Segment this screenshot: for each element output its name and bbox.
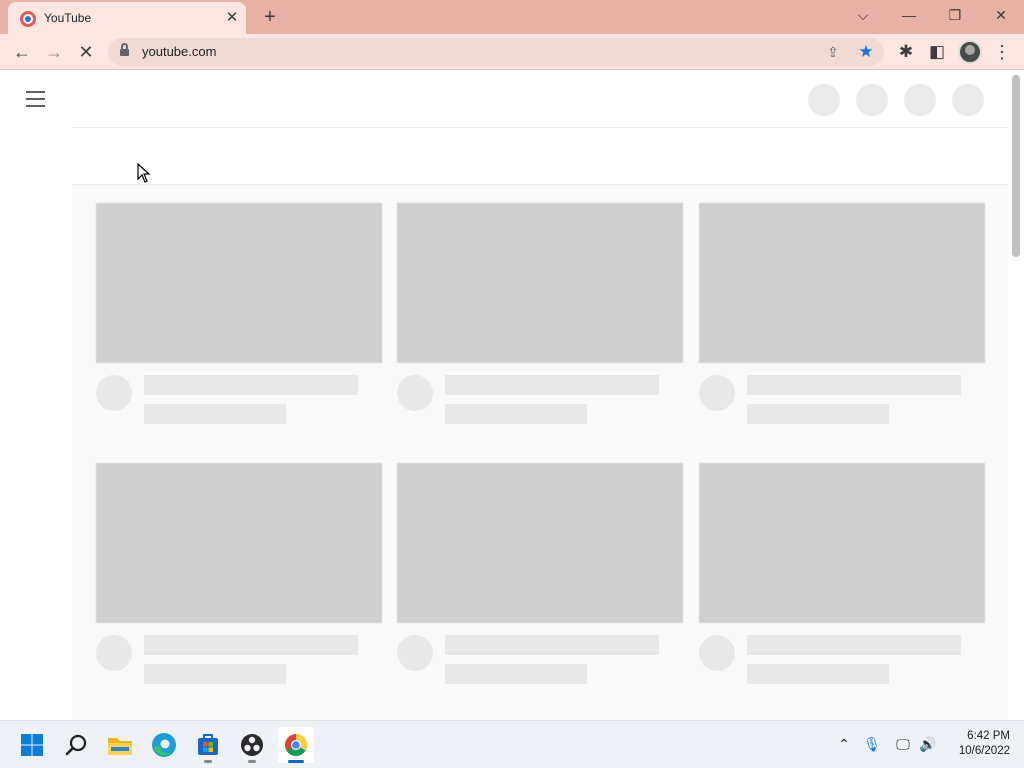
- channel-avatar-placeholder: [397, 375, 433, 411]
- folder-icon: [108, 738, 132, 755]
- video-grid-skeleton: [72, 184, 1008, 720]
- channel-avatar-placeholder: [699, 635, 735, 671]
- taskbar-search-button[interactable]: [58, 727, 94, 763]
- taskbar-edge[interactable]: [146, 727, 182, 763]
- header-placeholder-circle: [952, 84, 984, 116]
- thumbnail-placeholder: [397, 203, 683, 363]
- thumbnail-placeholder: [699, 203, 985, 363]
- channel-avatar-placeholder: [397, 635, 433, 671]
- channel-avatar-placeholder: [96, 375, 132, 411]
- network-icon[interactable]: 🖵: [893, 733, 913, 755]
- header-placeholder-circle: [856, 84, 888, 116]
- taskbar-obs-studio[interactable]: [234, 727, 270, 763]
- show-hidden-icons-chevron-icon[interactable]: ⌃: [834, 733, 854, 755]
- tab-title: YouTube: [44, 11, 92, 25]
- lock-icon[interactable]: [120, 43, 129, 57]
- chip-bar-placeholder: [72, 128, 1008, 185]
- running-indicator: [248, 760, 256, 763]
- store-icon: [198, 734, 218, 755]
- video-card-skeleton: [397, 203, 683, 431]
- chrome-menu-icon[interactable]: ⋮: [990, 40, 1014, 64]
- header-placeholder-circle: [808, 84, 840, 116]
- taskbar-file-explorer[interactable]: [102, 727, 138, 763]
- clock-time: 6:42 PM: [967, 730, 1010, 742]
- forward-button[interactable]: →: [41, 40, 67, 64]
- taskbar-microsoft-store[interactable]: [190, 727, 226, 763]
- edge-icon: [152, 733, 176, 757]
- minimize-button[interactable]: —: [894, 4, 924, 26]
- hamburger-menu-icon[interactable]: [26, 91, 46, 107]
- video-card-skeleton: [699, 203, 985, 431]
- title-line-placeholder: [144, 635, 358, 655]
- thumbnail-placeholder: [96, 463, 382, 623]
- share-icon[interactable]: ⇪: [824, 43, 842, 61]
- side-panel-icon[interactable]: ◧: [924, 40, 950, 64]
- extensions-icon[interactable]: ✱: [893, 40, 919, 64]
- thumbnail-placeholder: [96, 203, 382, 363]
- chrome-icon: [285, 734, 307, 756]
- back-button[interactable]: ←: [9, 40, 35, 64]
- scrollbar-thumb[interactable]: [1012, 75, 1020, 257]
- title-line-placeholder: [747, 635, 961, 655]
- clock-date: 10/6/2022: [958, 745, 1010, 757]
- url-text[interactable]: youtube.com: [142, 44, 216, 59]
- title-line-placeholder: [445, 375, 659, 395]
- tab-search-dropdown-button[interactable]: ⌵: [848, 4, 878, 26]
- volume-icon[interactable]: 🔊: [918, 733, 938, 755]
- mouse-cursor-icon: [137, 163, 151, 183]
- restore-button[interactable]: ❐: [940, 4, 970, 26]
- video-card-skeleton: [699, 463, 985, 691]
- start-button[interactable]: [14, 727, 50, 763]
- microphone-icon[interactable]: 🎙: [862, 733, 882, 755]
- channel-avatar-placeholder: [96, 635, 132, 671]
- meta-line-placeholder: [445, 664, 587, 684]
- profile-avatar[interactable]: [958, 40, 982, 64]
- youtube-page: [0, 71, 1024, 720]
- new-tab-button[interactable]: +: [258, 6, 282, 28]
- search-icon: [65, 734, 87, 756]
- youtube-favicon-icon: [20, 11, 36, 27]
- meta-line-placeholder: [144, 404, 286, 424]
- active-indicator: [288, 760, 304, 763]
- stop-loading-button[interactable]: ✕: [73, 40, 99, 64]
- meta-line-placeholder: [747, 404, 889, 424]
- tab-close-button[interactable]: ✕: [222, 8, 242, 28]
- thumbnail-placeholder: [397, 463, 683, 623]
- thumbnail-placeholder: [699, 463, 985, 623]
- address-bar[interactable]: youtube.com ⇪ ★: [108, 38, 884, 66]
- taskbar-chrome[interactable]: [278, 727, 314, 763]
- header-placeholder-circle: [904, 84, 936, 116]
- video-card-skeleton: [96, 203, 382, 431]
- title-line-placeholder: [747, 375, 961, 395]
- video-card-skeleton: [397, 463, 683, 691]
- close-window-button[interactable]: ✕: [986, 4, 1016, 26]
- title-line-placeholder: [445, 635, 659, 655]
- taskbar-clock[interactable]: 6:42 PM 10/6/2022: [944, 729, 1010, 759]
- meta-line-placeholder: [747, 664, 889, 684]
- browser-toolbar: ← → ✕ youtube.com ⇪ ★ ✱ ◧ ⋮: [0, 34, 1024, 70]
- channel-avatar-placeholder: [699, 375, 735, 411]
- browser-tab-strip: YouTube ✕ + ⌵ — ❐ ✕: [0, 0, 1024, 34]
- tab-youtube[interactable]: YouTube ✕: [8, 2, 246, 34]
- obs-icon: [241, 734, 263, 756]
- video-card-skeleton: [96, 463, 382, 691]
- windows-taskbar: ⌃ 🎙 🖵 🔊 6:42 PM 10/6/2022: [0, 720, 1024, 768]
- bookmark-star-icon[interactable]: ★: [856, 42, 876, 62]
- running-indicator: [204, 760, 212, 763]
- page-scrollbar[interactable]: [1008, 71, 1024, 720]
- windows-logo-icon: [21, 734, 43, 756]
- title-line-placeholder: [144, 375, 358, 395]
- meta-line-placeholder: [144, 664, 286, 684]
- meta-line-placeholder: [445, 404, 587, 424]
